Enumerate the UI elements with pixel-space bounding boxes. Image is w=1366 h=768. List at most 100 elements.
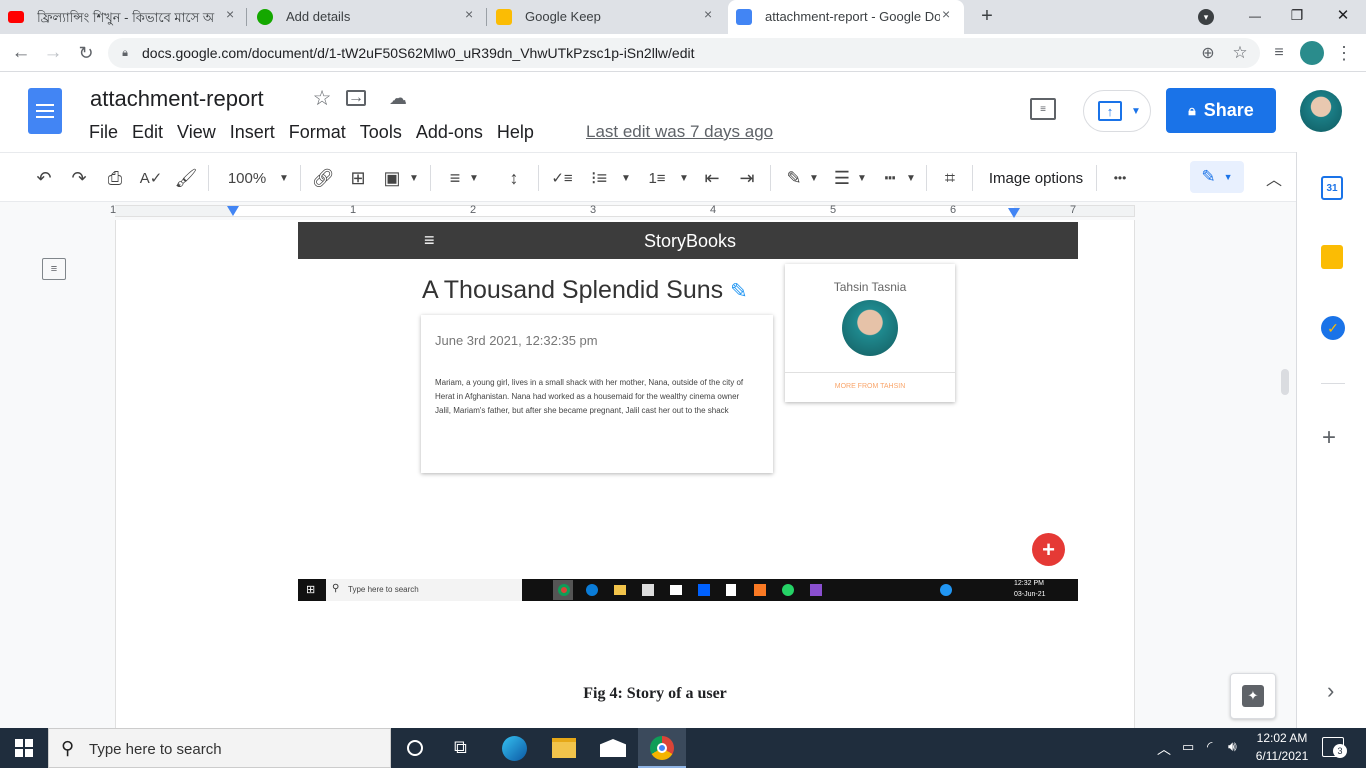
edge-icon[interactable] [502, 736, 527, 761]
clock-time[interactable]: 12:02 AM [1254, 731, 1310, 745]
menu-edit[interactable]: Edit [132, 122, 163, 143]
zoom-icon[interactable]: ⊕ [1198, 43, 1218, 63]
show-side-panel-icon[interactable]: › [1327, 678, 1334, 704]
link-icon[interactable]: 🔗︎ [311, 166, 335, 190]
present-button[interactable]: ↑ ▼ [1083, 90, 1151, 132]
chevron-down-icon[interactable]: ▼ [808, 166, 820, 190]
tab-search-icon[interactable]: ▾ [1198, 9, 1214, 25]
omnibox[interactable]: 🔒︎ docs.google.com/document/d/1-tW2uF50S… [108, 38, 1260, 68]
zoom-select[interactable]: 100% [222, 166, 272, 190]
reading-list-icon[interactable]: ≡ [1268, 43, 1290, 63]
menu-file[interactable]: File [89, 122, 118, 143]
back-icon[interactable]: ← [10, 42, 32, 64]
increase-indent-icon[interactable]: ⇥ [735, 166, 759, 190]
windows-logo-icon [15, 739, 33, 757]
bulleted-list-icon[interactable]: ⁝≡ [587, 166, 611, 190]
spellcheck-icon[interactable]: A✓ [139, 166, 163, 190]
decrease-indent-icon[interactable]: ⇤ [700, 166, 724, 190]
new-tab-button[interactable]: + [976, 5, 998, 27]
tab-youtube[interactable]: ফ্রিল্যান্সিং শিখুন - কিভাবে মাসে অ × [0, 0, 245, 34]
line-spacing-icon[interactable]: ↕ [502, 166, 526, 190]
tab-docs-active[interactable]: attachment-report - Google Doc × [728, 0, 964, 34]
minimize-button[interactable]: — [1244, 6, 1266, 26]
chevron-down-icon[interactable]: ▼ [278, 166, 290, 190]
comments-icon[interactable]: ≡ [1030, 98, 1056, 120]
taskbar-search-box[interactable]: ⚲ Type here to search [48, 728, 391, 768]
menu-view[interactable]: View [177, 122, 216, 143]
explore-button[interactable]: ✦ [1230, 673, 1276, 719]
move-folder-icon[interactable]: → [346, 89, 366, 106]
border-dash-icon[interactable]: ┅ [878, 166, 902, 190]
chevron-down-icon[interactable]: ▼ [905, 166, 917, 190]
account-avatar[interactable] [1300, 90, 1342, 132]
docs-logo-icon[interactable] [28, 88, 62, 134]
horizontal-ruler[interactable]: 1 1 2 3 4 5 6 7 [0, 202, 1296, 220]
close-tab-icon[interactable]: × [226, 6, 234, 22]
print-icon[interactable]: ⎙ [103, 166, 127, 190]
start-button[interactable] [0, 728, 48, 768]
border-weight-icon[interactable]: ☰ [830, 166, 854, 190]
scrollbar-thumb[interactable] [1281, 369, 1289, 395]
notification-center-icon[interactable]: 3 [1322, 737, 1347, 758]
share-button[interactable]: 🔒︎ Share [1166, 88, 1276, 133]
task-view-icon[interactable]: ⧉ [454, 737, 467, 758]
show-hidden-icons[interactable]: ︿ [1157, 739, 1171, 759]
collapse-menus-icon[interactable]: ︿ [1262, 166, 1286, 190]
close-tab-icon[interactable]: × [465, 6, 473, 22]
tab-google-keep[interactable]: Google Keep × [488, 0, 728, 34]
checklist-icon[interactable]: ✓≡ [550, 166, 574, 190]
keep-icon[interactable] [1321, 245, 1343, 269]
editing-mode-button[interactable]: ✎ ▼ [1190, 161, 1244, 193]
maximize-button[interactable]: ❐ [1286, 5, 1308, 25]
menu-format[interactable]: Format [289, 122, 346, 143]
chrome-menu-icon[interactable]: ⋮ [1334, 42, 1354, 64]
chevron-down-icon[interactable]: ▼ [468, 166, 480, 190]
cloud-saved-icon[interactable]: ☁ [386, 86, 410, 110]
menu-insert[interactable]: Insert [230, 122, 275, 143]
numbered-list-icon[interactable]: 1≡ [645, 166, 669, 190]
chevron-down-icon[interactable]: ▼ [678, 166, 690, 190]
battery-icon[interactable]: ▭ [1182, 739, 1194, 755]
chevron-down-icon[interactable]: ▼ [408, 166, 420, 190]
figure-caption[interactable]: Fig 4: Story of a user [115, 685, 1195, 703]
clock-date[interactable]: 6/11/2021 [1254, 749, 1310, 763]
chevron-down-icon[interactable]: ▼ [620, 166, 632, 190]
last-edit-link[interactable]: Last edit was 7 days ago [586, 122, 773, 142]
get-addons-icon[interactable]: + [1322, 424, 1336, 452]
close-tab-icon[interactable]: × [704, 6, 712, 22]
reload-icon[interactable]: ↻ [75, 42, 97, 64]
file-explorer-icon[interactable] [552, 738, 576, 758]
paint-format-icon[interactable]: 🖌︎ [174, 166, 198, 190]
tasks-icon[interactable]: ✓ [1321, 316, 1345, 340]
calendar-icon[interactable]: 31 [1321, 176, 1343, 200]
chevron-down-icon[interactable]: ▼ [856, 166, 868, 190]
comment-add-icon[interactable]: ⊞ [346, 166, 370, 190]
cortana-icon[interactable] [407, 740, 423, 756]
close-window-button[interactable]: ✕ [1332, 5, 1354, 25]
tab-add-details[interactable]: Add details × [249, 0, 486, 34]
profile-avatar[interactable] [1300, 41, 1324, 65]
chrome-taskbar-button[interactable] [638, 728, 686, 768]
redo-icon[interactable]: ↷ [67, 166, 91, 190]
document-title[interactable]: attachment-report [90, 86, 264, 112]
document-outline-icon[interactable]: ≡ [42, 258, 66, 280]
wifi-icon[interactable]: ◜ [1207, 738, 1212, 755]
image-options-button[interactable]: Image options [984, 166, 1088, 190]
crop-icon[interactable]: ⌗ [938, 166, 962, 190]
menu-addons[interactable]: Add-ons [416, 122, 483, 143]
menu-help[interactable]: Help [497, 122, 534, 143]
forward-icon[interactable]: → [42, 42, 64, 64]
url-text[interactable]: docs.google.com/document/d/1-tW2uF50S62M… [142, 45, 695, 61]
undo-icon[interactable]: ↶ [32, 166, 56, 190]
embedded-screenshot[interactable]: ≡ StoryBooks A Thousand Splendid Suns ✎ … [298, 222, 1078, 602]
image-insert-icon[interactable]: ▣ [380, 166, 404, 190]
star-icon[interactable]: ☆ [310, 86, 334, 110]
volume-icon[interactable]: 🔊︎ [1228, 738, 1237, 755]
mail-icon[interactable] [600, 739, 626, 757]
menu-tools[interactable]: Tools [360, 122, 402, 143]
align-icon[interactable]: ≡ [443, 166, 467, 190]
close-tab-icon[interactable]: × [942, 6, 950, 22]
border-color-icon[interactable]: ✎ [782, 166, 806, 190]
bookmark-star-icon[interactable]: ☆ [1230, 43, 1250, 63]
more-options-icon[interactable]: ••• [1108, 166, 1132, 190]
